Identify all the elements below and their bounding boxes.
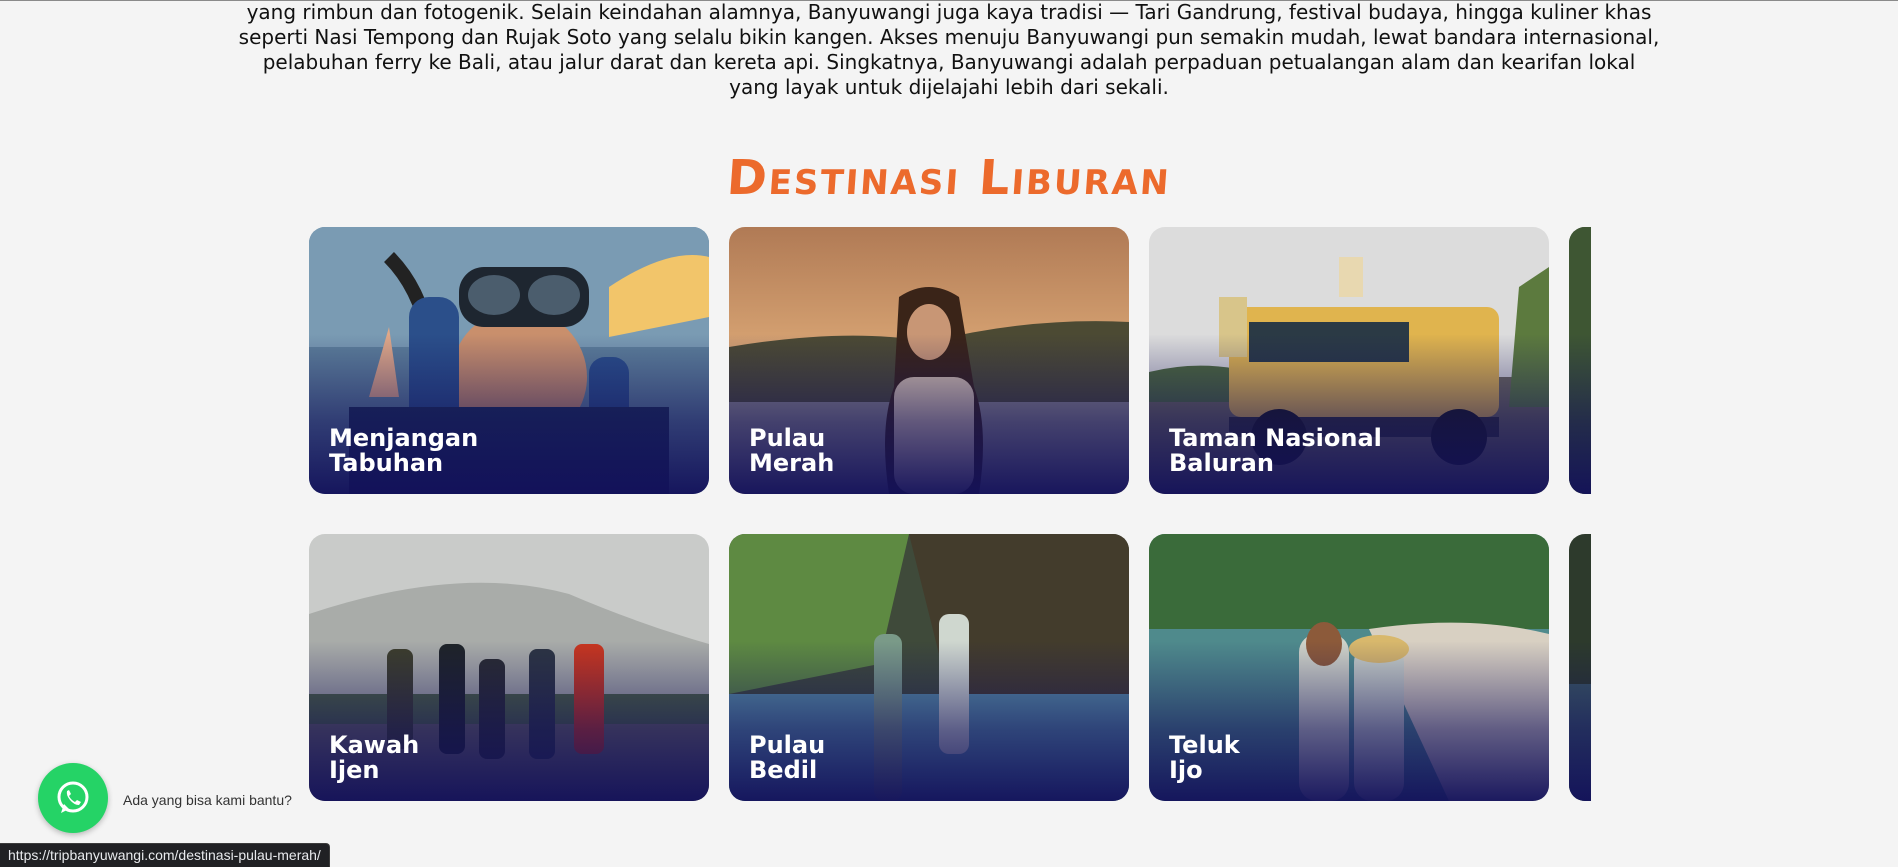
destination-title: Teluk Ijo [1169, 733, 1240, 783]
destination-title: Kawah Ijen [329, 733, 419, 783]
destination-card-pulau-bedil[interactable]: Pulau Bedil [729, 534, 1129, 801]
destination-card-taman-nasional-baluran[interactable]: Taman Nasional Baluran [1149, 227, 1549, 494]
whatsapp-button[interactable] [38, 763, 108, 833]
destination-title: Pulau Merah [749, 426, 834, 476]
destination-title: Pulau Bedil [749, 733, 825, 783]
card-overlay [1569, 333, 1591, 494]
destination-card-pulau-merah[interactable]: Pulau Merah [729, 227, 1129, 494]
whatsapp-tooltip: Ada yang bisa kami bantu? [113, 783, 302, 817]
destination-card-kawah-ijen[interactable]: Kawah Ijen [309, 534, 709, 801]
title-line: Kawah [329, 731, 420, 759]
destination-card-partial[interactable] [1569, 227, 1591, 494]
whatsapp-icon [57, 781, 89, 813]
destination-card-partial[interactable] [1569, 534, 1591, 801]
title-line: Ijen [329, 756, 380, 784]
title-line: Ijo [1169, 756, 1203, 784]
title-line: Bedil [749, 756, 818, 784]
title-line: Menjangan [329, 424, 479, 452]
intro-line: yang layak untuk dijelajahi lebih dari s… [729, 75, 1169, 99]
title-line: Pulau [749, 424, 826, 452]
destination-grid: Menjangan Tabuhan Pulau Merah Taman Nasi… [309, 227, 1591, 801]
section-heading: Destinasi Liburan [725, 150, 1173, 206]
title-line: Merah [749, 449, 835, 477]
title-line: Pulau [749, 731, 826, 759]
intro-line: pelabuhan ferry ke Bali, atau jalur dara… [262, 50, 1636, 74]
intro-line: yang rimbun dan fotogenik. Selain keinda… [246, 0, 1652, 24]
intro-line: seperti Nasi Tempong dan Rujak Soto yang… [238, 25, 1660, 49]
destination-title: Menjangan Tabuhan [329, 426, 478, 476]
title-line: Taman Nasional [1169, 424, 1382, 452]
title-line: Baluran [1169, 449, 1274, 477]
title-line: Tabuhan [329, 449, 444, 477]
destination-card-teluk-ijo[interactable]: Teluk Ijo [1149, 534, 1549, 801]
status-bar-url: https://tripbanyuwangi.com/destinasi-pul… [0, 843, 330, 867]
intro-paragraph: yang rimbun dan fotogenik. Selain keinda… [200, 0, 1698, 100]
destination-title: Taman Nasional Baluran [1169, 426, 1382, 476]
destination-card-menjangan-tabuhan[interactable]: Menjangan Tabuhan [309, 227, 709, 494]
title-line: Teluk [1169, 731, 1240, 759]
card-overlay [1569, 640, 1591, 801]
